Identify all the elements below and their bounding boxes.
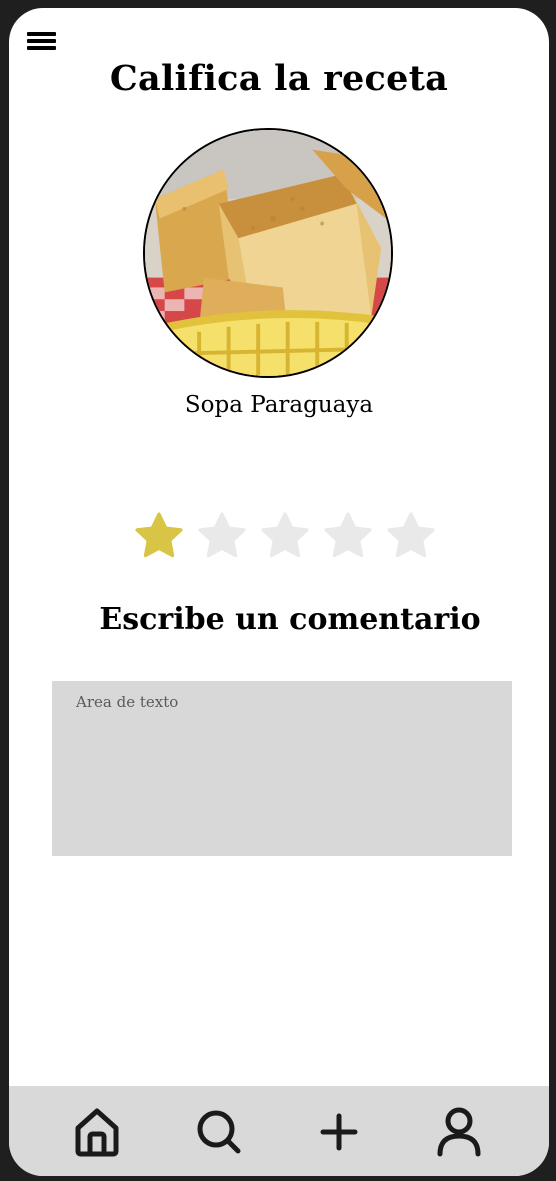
- comment-heading: Escribe un comentario: [99, 602, 481, 637]
- recipe-photo: [143, 128, 393, 378]
- star-4-icon[interactable]: [320, 508, 376, 564]
- star-5-icon[interactable]: [383, 508, 439, 564]
- home-icon[interactable]: [71, 1104, 123, 1160]
- star-2-icon[interactable]: [194, 508, 250, 564]
- phone-screen: Califica la receta Sopa Paraguaya Escrib…: [9, 8, 549, 1176]
- search-icon[interactable]: [193, 1104, 245, 1160]
- bottom-nav: [9, 1086, 549, 1176]
- comment-textarea[interactable]: [52, 681, 512, 856]
- plus-icon[interactable]: [313, 1104, 365, 1160]
- recipe-name: Sopa Paraguaya: [184, 392, 374, 418]
- star-1-icon[interactable]: [131, 508, 187, 564]
- page-title: Califica la receta: [109, 58, 449, 99]
- hamburger-menu-icon[interactable]: [27, 32, 57, 54]
- user-icon[interactable]: [433, 1104, 485, 1160]
- star-3-icon[interactable]: [257, 508, 313, 564]
- star-rating[interactable]: [129, 508, 449, 570]
